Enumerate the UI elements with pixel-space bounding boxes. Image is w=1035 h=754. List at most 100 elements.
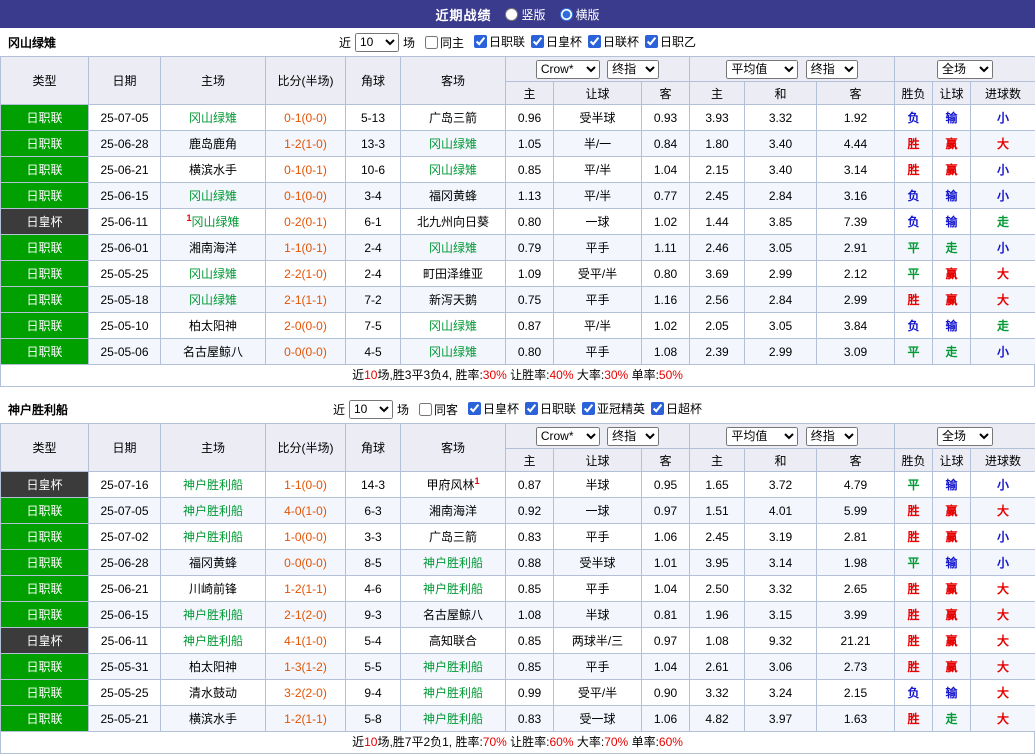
team-label: 甲府风林: [426, 478, 474, 492]
handicap-result-cell: 输: [933, 680, 971, 706]
asia-home-odds: 1.05: [506, 131, 554, 157]
horizontal-radio-icon[interactable]: [560, 8, 573, 21]
league-checkbox-input[interactable]: [474, 35, 487, 48]
away-team-cell: 町田泽维亚: [401, 261, 506, 287]
asia-source-select[interactable]: Crow*: [536, 427, 600, 446]
league-filter-checkbox[interactable]: 日职乙: [645, 33, 696, 50]
same-venue-checkbox-input[interactable]: [425, 36, 438, 49]
euro-draw-odds: 3.32: [745, 105, 817, 131]
score-cell: 1-2(1-1): [266, 706, 346, 732]
same-venue-checkbox[interactable]: 同主: [425, 34, 464, 51]
scope-select[interactable]: 全场: [937, 427, 993, 446]
games-label: 场: [403, 34, 415, 51]
team-label: 冈山绿雉: [189, 267, 237, 281]
euro-away-odds: 3.14: [817, 157, 895, 183]
date-cell: 25-07-05: [89, 105, 161, 131]
league-filter-checkbox[interactable]: 日皇杯: [468, 400, 519, 417]
vertical-radio-icon[interactable]: [505, 8, 518, 21]
league-checkbox-input[interactable]: [525, 402, 538, 415]
league-checkbox-label: 日职联: [540, 400, 576, 417]
goals-result-cell: 走: [971, 313, 1035, 339]
goals-result-cell: 大: [971, 261, 1035, 287]
asia-away-odds: 1.02: [642, 313, 690, 339]
col-score: 比分(半场): [266, 424, 346, 472]
match-count-select[interactable]: 10: [355, 33, 399, 52]
match-row: 日职联25-05-31柏太阳神1-3(1-2)5-5神户胜利船0.85平手1.0…: [1, 654, 1035, 680]
team-label: 冈山绿雉: [429, 137, 477, 151]
layout-radio-vertical[interactable]: 竖版: [505, 6, 545, 23]
summary-text: 10: [364, 735, 377, 749]
goals-result-cell: 大: [971, 680, 1035, 706]
asia-home-odds: 0.80: [506, 339, 554, 365]
euro-home-odds: 2.56: [690, 287, 745, 313]
euro-time-select[interactable]: 终指: [806, 427, 858, 446]
euro-away-odds: 1.98: [817, 550, 895, 576]
asia-line-cell: 平手: [554, 524, 642, 550]
goals-result-cell: 小: [971, 524, 1035, 550]
asia-home-odds: 0.83: [506, 524, 554, 550]
league-checkbox-input[interactable]: [645, 35, 658, 48]
league-checkbox-input[interactable]: [588, 35, 601, 48]
asia-home-odds: 0.80: [506, 209, 554, 235]
goals-result-cell: 大: [971, 576, 1035, 602]
league-checkbox-input[interactable]: [531, 35, 544, 48]
same-venue-checkbox[interactable]: 同客: [419, 401, 458, 418]
date-cell: 25-06-28: [89, 550, 161, 576]
league-filter-checkbox[interactable]: 日超杯: [651, 400, 702, 417]
euro-away-odds: 2.15: [817, 680, 895, 706]
corners-cell: 9-4: [346, 680, 401, 706]
league-checkbox-input[interactable]: [582, 402, 595, 415]
league-badge: 日职联: [1, 131, 89, 157]
score-cell: 0-2(0-1): [266, 209, 346, 235]
asia-home-odds: 0.87: [506, 313, 554, 339]
euro-odds-group: 平均值 终指: [690, 424, 895, 449]
league-badge: 日职联: [1, 602, 89, 628]
match-row: 日职联25-05-25清水鼓动3-2(2-0)9-4神户胜利船0.99受平/半0…: [1, 680, 1035, 706]
date-cell: 25-06-21: [89, 576, 161, 602]
handicap-result-cell: 赢: [933, 287, 971, 313]
corners-cell: 3-3: [346, 524, 401, 550]
score-cell: 1-2(1-1): [266, 576, 346, 602]
filter-bar: 近 10 场 同主 日职联日皇杯日联杯日职乙: [339, 33, 696, 52]
league-checkbox-label: 亚冠精英: [597, 400, 645, 417]
league-checkbox-input[interactable]: [468, 402, 481, 415]
away-team-cell: 冈山绿雉: [401, 313, 506, 339]
euro-home-odds: 1.65: [690, 472, 745, 498]
same-venue-checkbox-input[interactable]: [419, 403, 432, 416]
league-filter-checkbox[interactable]: 亚冠精英: [582, 400, 645, 417]
euro-source-select[interactable]: 平均值: [726, 60, 798, 79]
team-label: 神户胜利船: [183, 608, 243, 622]
match-row: 日皇杯25-07-16神户胜利船1-1(0-0)14-3甲府风林10.87半球0…: [1, 472, 1035, 498]
league-checkbox-label: 日皇杯: [546, 33, 582, 50]
date-cell: 25-06-11: [89, 209, 161, 235]
league-checkbox-input[interactable]: [651, 402, 664, 415]
league-filter-checkbox[interactable]: 日联杯: [588, 33, 639, 50]
team-label: 神户胜利船: [423, 686, 483, 700]
team-label: 冈山绿雉: [429, 345, 477, 359]
euro-source-select[interactable]: 平均值: [726, 427, 798, 446]
asia-away-odds: 1.06: [642, 706, 690, 732]
euro-draw-odds: 3.05: [745, 235, 817, 261]
corners-cell: 6-1: [346, 209, 401, 235]
league-filter-checkbox[interactable]: 日职联: [474, 33, 525, 50]
league-filter-checkbox[interactable]: 日皇杯: [531, 33, 582, 50]
layout-radio-horizontal[interactable]: 横版: [560, 6, 600, 23]
goals-result-cell: 大: [971, 498, 1035, 524]
summary-text: 30%: [604, 368, 628, 382]
euro-time-select[interactable]: 终指: [806, 60, 858, 79]
score-cell: 3-2(2-0): [266, 680, 346, 706]
scope-select[interactable]: 全场: [937, 60, 993, 79]
outcome-cell: 胜: [895, 498, 933, 524]
asia-line-cell: 平/半: [554, 313, 642, 339]
euro-draw-odds: 2.99: [745, 339, 817, 365]
euro-away-odds: 2.65: [817, 576, 895, 602]
col-type: 类型: [1, 424, 89, 472]
team-label: 冈山绿雉: [429, 319, 477, 333]
scope-group: 全场: [895, 424, 1035, 449]
asia-time-select[interactable]: 终指: [607, 427, 659, 446]
asia-source-select[interactable]: Crow*: [536, 60, 600, 79]
league-filter-checkbox[interactable]: 日职联: [525, 400, 576, 417]
asia-time-select[interactable]: 终指: [607, 60, 659, 79]
home-team-cell: 冈山绿雉: [161, 183, 266, 209]
match-count-select[interactable]: 10: [349, 400, 393, 419]
